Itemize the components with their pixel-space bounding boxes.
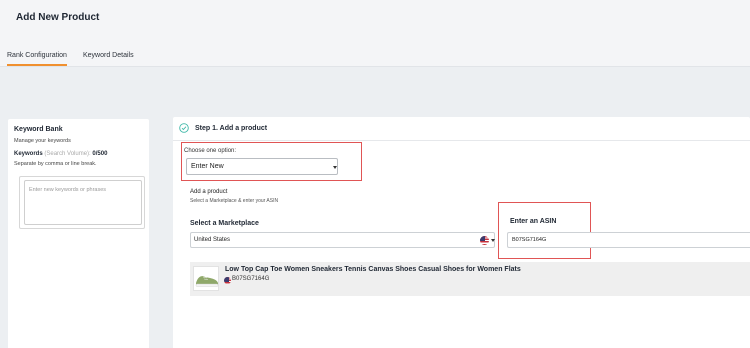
tab-keyword-details[interactable]: Keyword Details — [83, 52, 134, 59]
add-product-subtitle: Select a Marketplace & enter your ASIN — [190, 198, 279, 204]
choose-option-select[interactable]: Enter New — [186, 158, 338, 175]
choose-option-highlight: Choose one option: Enter New — [181, 142, 362, 181]
asin-highlight: Enter an ASIN — [498, 202, 591, 259]
asin-input[interactable] — [507, 232, 750, 248]
check-circle-icon — [179, 123, 189, 133]
caret-down-icon — [333, 166, 337, 169]
us-flag-icon — [224, 277, 231, 284]
tab-rank-configuration[interactable]: Rank Configuration — [7, 52, 67, 66]
keywords-count: 0/500 — [92, 151, 108, 157]
keywords-label: Keywords — [14, 151, 43, 157]
choose-option-label: Choose one option: — [184, 148, 237, 154]
caret-down-icon — [491, 239, 495, 242]
us-flag-icon — [480, 236, 489, 245]
top-header: Add New Product Rank Configuration Keywo… — [0, 0, 750, 67]
marketplace-value: United States — [194, 237, 231, 243]
keywords-count-line: Keywords (Search Volume): 0/500 — [14, 151, 107, 157]
keywords-textarea[interactable] — [24, 180, 142, 225]
keyword-bank-subtitle: Manage your keywords — [14, 138, 71, 144]
choose-option-value: Enter New — [191, 163, 224, 170]
add-product-title: Add a product — [190, 189, 228, 195]
divider — [173, 140, 750, 141]
step-title: Step 1. Add a product — [195, 125, 268, 132]
add-product-panel: Step 1. Add a product Choose one option:… — [173, 117, 750, 348]
marketplace-select[interactable]: United States — [190, 232, 495, 248]
product-result-row[interactable]: Low Top Cap Toe Women Sneakers Tennis Ca… — [190, 262, 750, 296]
page-title: Add New Product — [16, 12, 100, 23]
sneaker-image — [195, 276, 219, 287]
separator-hint: Separate by comma or line break. — [14, 161, 97, 167]
keyword-bank-title: Keyword Bank — [14, 126, 63, 133]
product-title: Low Top Cap Toe Women Sneakers Tennis Ca… — [225, 266, 521, 273]
marketplace-label: Select a Marketplace — [190, 220, 259, 227]
product-thumbnail — [193, 266, 219, 291]
search-volume-hint: (Search Volume): — [44, 151, 91, 157]
keyword-bank-panel: Keyword Bank Manage your keywords Keywor… — [8, 119, 149, 348]
product-asin: B07SG7164G — [232, 276, 270, 282]
asin-label: Enter an ASIN — [510, 218, 557, 225]
keywords-input-container — [19, 176, 145, 229]
